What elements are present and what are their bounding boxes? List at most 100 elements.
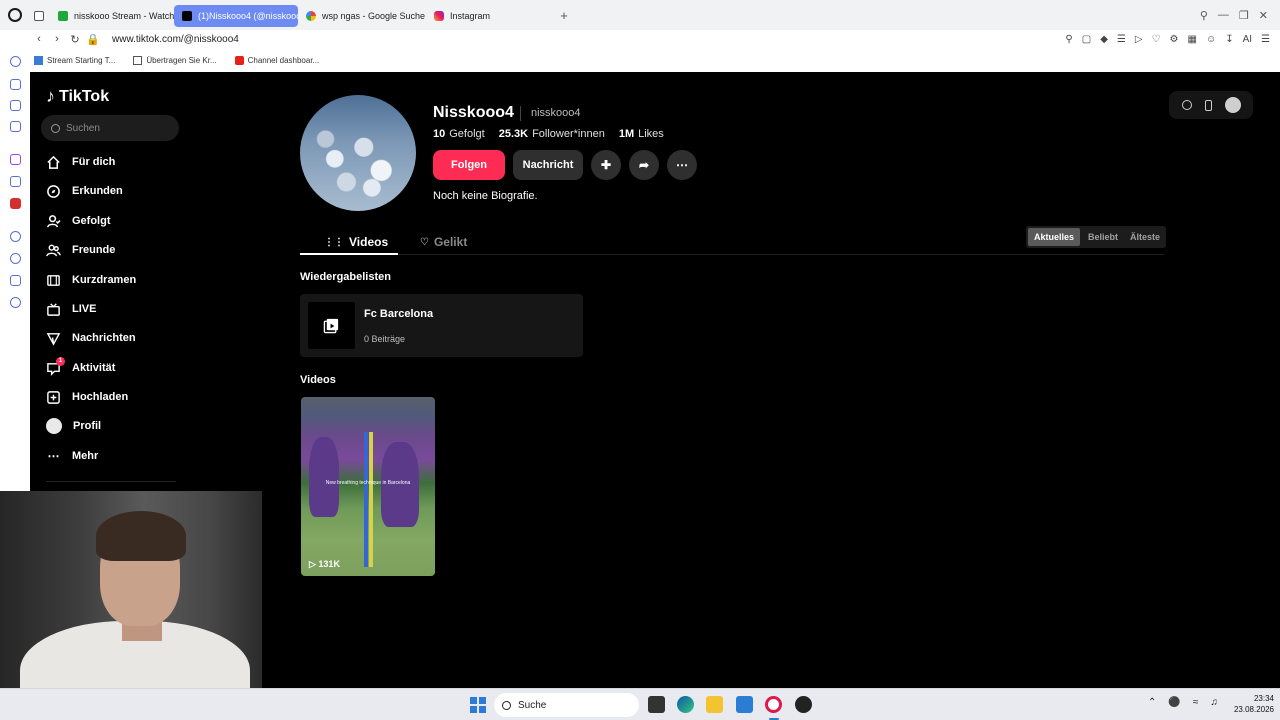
history-icon[interactable] (10, 253, 21, 264)
extensions-sidebar-icon[interactable] (10, 275, 21, 286)
menu-icon[interactable]: ☰ (1261, 34, 1270, 45)
chevron-up-icon[interactable]: ⌃ (1148, 697, 1156, 708)
close-icon[interactable]: ✕ (1259, 9, 1268, 22)
taskbar-search[interactable]: Suche (494, 693, 639, 717)
search-tabs-icon[interactable]: ⚲ (1200, 9, 1208, 22)
player-icon[interactable]: ▷ (1135, 34, 1143, 45)
mail-icon[interactable] (736, 696, 753, 713)
shield-icon[interactable]: ◆ (1100, 34, 1108, 45)
user-avatar[interactable] (1224, 97, 1241, 113)
settings-icon[interactable] (10, 297, 21, 308)
get-app-icon[interactable] (1204, 99, 1212, 111)
microphone-icon[interactable]: ⚫ (1168, 697, 1180, 708)
followers-stat[interactable]: 25.3K Follower*innen (499, 128, 605, 140)
menu-item-more[interactable]: ⋯ Mehr (46, 445, 99, 467)
coin-icon[interactable] (1181, 100, 1192, 110)
translate-icon[interactable]: ☰ (1117, 34, 1126, 45)
opera-icon[interactable] (765, 696, 782, 713)
tab-tiktok[interactable]: (1)Nisskooo4 (@nisskooo4 (174, 5, 298, 27)
pin-icon[interactable]: ⚲ (1065, 34, 1072, 45)
sidebar-divider (46, 481, 176, 482)
snapshot-icon[interactable]: ▢ (1082, 34, 1091, 45)
menu-item-live[interactable]: LIVE (46, 298, 96, 320)
name-separator (520, 106, 521, 121)
restore-icon[interactable]: ❐ (1239, 9, 1249, 22)
menu-item-profile[interactable]: Profil (46, 415, 101, 437)
forward-icon[interactable]: › (48, 33, 66, 45)
player-sidebar-icon[interactable] (10, 231, 21, 242)
volume-icon[interactable]: ♫ (1210, 697, 1218, 708)
playlist-title: Fc Barcelona (364, 308, 434, 320)
bookmark-uebertragen[interactable]: Übertragen Sie Kr... (133, 55, 217, 65)
tab-videos[interactable]: ⋮⋮ Videos (324, 229, 388, 255)
profile-bio: Noch keine Biografie. (433, 190, 538, 202)
add-friend-icon[interactable]: ✚ (591, 150, 621, 180)
share-icon[interactable]: ➦ (629, 150, 659, 180)
bookmark-stream-starting[interactable]: Stream Starting T... (34, 55, 115, 65)
playlist-icon (308, 302, 355, 349)
follow-button[interactable]: Folgen (433, 150, 505, 180)
url-field[interactable]: www.tiktok.com/@nisskooo4 (112, 34, 239, 45)
twitch-icon[interactable] (10, 154, 21, 165)
workspace-icon[interactable] (30, 5, 50, 27)
vpn-icon[interactable] (10, 198, 21, 209)
menu-item-for-you[interactable]: Für dich (46, 151, 115, 173)
explorer-icon[interactable] (706, 696, 723, 713)
sort-oldest[interactable]: Älteste (1124, 226, 1166, 248)
notes-icon[interactable] (10, 100, 21, 111)
extensions-icon[interactable]: ⚙ (1170, 34, 1179, 45)
back-icon[interactable]: ‹ (30, 33, 48, 45)
opera-menu-icon[interactable] (0, 0, 30, 30)
menu-item-explore[interactable]: Erkunden (46, 180, 123, 202)
video-thumbnail[interactable]: New breathing technique in Barcelona ▷ 1… (301, 397, 435, 576)
bookmark-channel-dashboard[interactable]: Channel dashboar... (234, 55, 319, 65)
edge-icon[interactable] (677, 696, 694, 713)
following-stat[interactable]: 10 Gefolgt (433, 128, 485, 140)
heart-icon[interactable]: ♡ (1152, 34, 1161, 45)
tab-kick[interactable]: nisskooo Stream - Watch L (50, 5, 174, 27)
lock-icon: 🔒 (86, 33, 100, 46)
sort-latest[interactable]: Aktuelles (1028, 228, 1081, 246)
ai-icon[interactable]: AI (1243, 34, 1252, 45)
obs-icon[interactable] (795, 696, 812, 713)
percent-icon[interactable] (10, 176, 21, 187)
menu-item-upload[interactable]: Hochladen (46, 386, 128, 408)
messenger-icon[interactable] (10, 121, 21, 132)
training-pole (364, 432, 368, 567)
tiktok-logo[interactable]: ♪ TikTok (46, 86, 109, 107)
task-view-icon[interactable] (648, 696, 665, 713)
tab-instagram[interactable]: Instagram (426, 5, 554, 27)
home-icon (46, 155, 61, 170)
wifi-icon[interactable]: ≈ (1193, 697, 1199, 708)
friends-icon (46, 243, 61, 258)
start-icon[interactable] (470, 697, 486, 713)
browser-tab-bar: nisskooo Stream - Watch L (1)Nisskooo4 (… (0, 0, 1280, 30)
minimize-icon[interactable]: — (1218, 9, 1229, 22)
search-icon (502, 700, 511, 710)
download-icon[interactable]: ↧ (1225, 34, 1233, 45)
menu-item-messages[interactable]: Nachrichten (46, 327, 136, 349)
new-tab-button[interactable]: + (554, 8, 574, 23)
bag-icon[interactable] (10, 79, 21, 90)
tab-divider (300, 254, 1164, 255)
message-button[interactable]: Nachricht (513, 150, 583, 180)
aria-icon[interactable] (10, 56, 21, 67)
sort-popular[interactable]: Beliebt (1082, 226, 1124, 248)
address-bar: ‹ › ↻ 🔒 www.tiktok.com/@nisskooo4 ⚲ ▢ ◆ … (0, 30, 1280, 48)
account-icon[interactable]: ☺ (1206, 34, 1216, 45)
more-options-icon[interactable]: ⋯ (667, 150, 697, 180)
reload-icon[interactable]: ↻ (66, 33, 84, 46)
menu-item-activity[interactable]: 1 Aktivität (46, 356, 115, 379)
search-input[interactable]: Suchen (41, 115, 179, 141)
heart-outline-icon: ♡ (420, 236, 429, 248)
menu-item-friends[interactable]: Freunde (46, 239, 115, 261)
sort-toggle: Aktuelles Beliebt Älteste (1026, 226, 1167, 248)
playlist-card[interactable]: Fc Barcelona 0 Beiträge (300, 294, 583, 357)
clock[interactable]: 23:34 23.08.2026 (1222, 693, 1274, 715)
menu-item-following[interactable]: Gefolgt (46, 210, 111, 232)
active-tab-indicator (300, 253, 398, 255)
tab-liked[interactable]: ♡ Gelikt (420, 229, 467, 255)
menu-item-short-dramas[interactable]: Kurzdramen (46, 269, 136, 291)
easy-setup-icon[interactable]: ▦ (1188, 34, 1197, 45)
tab-google[interactable]: wsp ngas - Google Suche (298, 5, 426, 27)
